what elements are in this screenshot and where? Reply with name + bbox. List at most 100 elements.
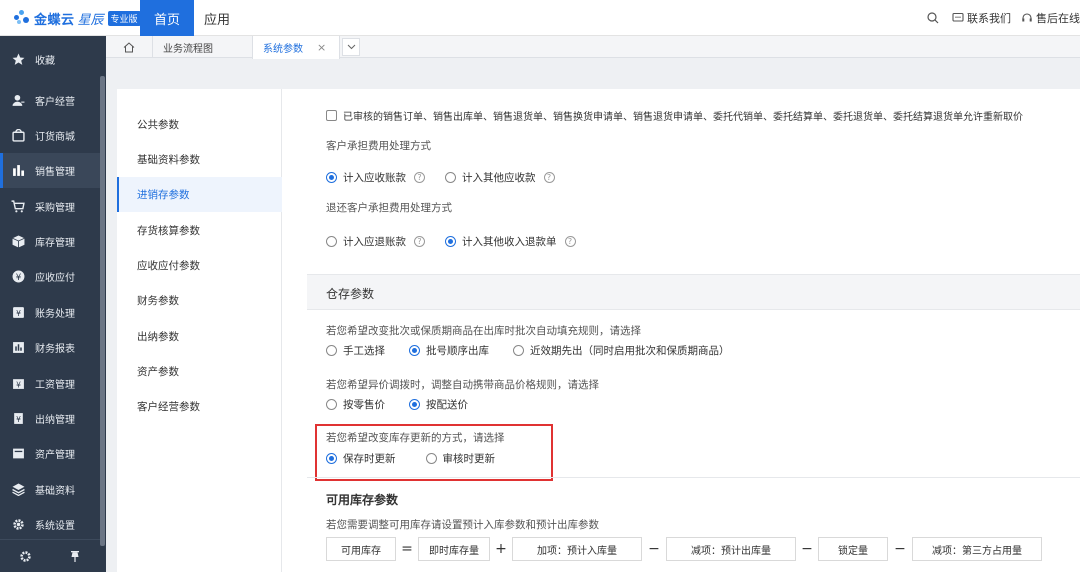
report-icon — [11, 341, 25, 355]
option-label: 近效期先出（同时启用批次和保质期商品） — [530, 345, 730, 357]
close-icon[interactable]: × — [317, 41, 326, 54]
pin-button[interactable] — [50, 550, 100, 563]
formula-expected-out-box[interactable]: 减项：预计出库量 — [666, 537, 796, 561]
sidebar-bottom-bar — [0, 539, 100, 572]
transfer-price-options: 按零售价 按配送价 — [326, 397, 468, 412]
sidebar-item-base-data[interactable]: 基础资料 — [0, 472, 100, 507]
sidebar-item-shop[interactable]: 订货商城 — [0, 118, 100, 153]
sidebar-scrollbar[interactable] — [100, 76, 105, 546]
tab-home[interactable] — [114, 36, 144, 58]
refund-payable-option[interactable]: 计入应退账款 ? — [326, 234, 425, 249]
cart-icon — [11, 200, 25, 214]
contact-us-link[interactable]: 联系我们 — [952, 10, 1011, 26]
sidebar-item-reports[interactable]: 财务报表 — [0, 330, 100, 365]
edition-badge: 专业版 — [107, 10, 141, 26]
recalc-price-option[interactable]: 已审核的销售订单、销售出库单、销售退货单、销售换货申请单、销售退货申请单、委托代… — [326, 108, 1023, 123]
radio-selected[interactable] — [409, 345, 420, 356]
help-icon[interactable]: ? — [414, 172, 425, 183]
batch-sequence-option[interactable]: 批号顺序出库 — [409, 343, 489, 358]
help-icon[interactable]: ? — [564, 236, 576, 247]
sidebar-item-salary[interactable]: ¥ 工资管理 — [0, 366, 100, 401]
params-nav-item[interactable]: 资产参数 — [117, 354, 282, 389]
radio-unselected[interactable] — [326, 345, 337, 356]
help-icon[interactable]: ? — [543, 172, 555, 183]
customer-fee-other-option[interactable]: 计入其他应收款 ? — [445, 170, 555, 185]
sidebar-item-label: 工资管理 — [35, 380, 75, 391]
cashier-icon: ¥ — [11, 412, 25, 426]
tab-more-dropdown[interactable] — [342, 38, 360, 56]
gear-icon — [11, 518, 25, 532]
sidebar-item-customer[interactable]: 客户经营 — [0, 83, 100, 118]
params-nav-item[interactable]: 客户经营参数 — [117, 389, 282, 424]
top-right-actions: 联系我们 售后在线 — [917, 0, 1080, 36]
search-button[interactable] — [927, 12, 942, 24]
settings-button[interactable] — [0, 550, 50, 563]
sidebar-item-purchase[interactable]: 采购管理 — [0, 189, 100, 224]
user-icon — [11, 94, 25, 108]
batch-rule-options: 手工选择 批号顺序出库 近效期先出（同时启用批次和保质期商品） — [326, 343, 730, 358]
headset-icon — [1022, 13, 1032, 22]
formula-minus: − — [894, 541, 906, 557]
nav-home[interactable]: 首页 — [140, 0, 194, 36]
option-label: 按零售价 — [343, 399, 385, 411]
box-icon — [11, 235, 25, 249]
recalc-price-label: 已审核的销售订单、销售出库单、销售退货单、销售换货申请单、销售退货申请单、委托代… — [343, 112, 1023, 123]
radio-unselected[interactable] — [326, 236, 337, 247]
params-nav-item[interactable]: 财务参数 — [117, 283, 282, 318]
sidebar-item-label: 资产管理 — [35, 450, 75, 461]
radio-unselected[interactable] — [326, 399, 337, 410]
refund-fee-title: 退还客户承担费用处理方式 — [326, 202, 452, 214]
brand-name: 金蝶云 — [34, 12, 75, 28]
sidebar-item-label: 库存管理 — [35, 238, 75, 249]
help-icon[interactable]: ? — [414, 236, 425, 247]
customer-fee-receivable-option[interactable]: 计入应收账款 ? — [326, 170, 425, 185]
formula-expected-in-box[interactable]: 加项：预计入库量 — [512, 537, 642, 561]
asset-icon — [11, 447, 25, 461]
radio-unselected[interactable] — [445, 172, 456, 183]
sidebar-item-assets[interactable]: 资产管理 — [0, 436, 100, 471]
sidebar-item-label: 销售管理 — [35, 167, 75, 178]
svg-text:¥: ¥ — [16, 309, 21, 318]
radio-selected[interactable] — [326, 172, 337, 183]
sidebar-item-inventory[interactable]: 库存管理 — [0, 224, 100, 259]
price-delivery-option[interactable]: 按配送价 — [409, 397, 468, 412]
batch-manual-option[interactable]: 手工选择 — [326, 343, 385, 358]
contact-us-label: 联系我们 — [967, 12, 1011, 25]
option-label: 批号顺序出库 — [426, 345, 489, 357]
sidebar-item-cashier[interactable]: ¥ 出纳管理 — [0, 401, 100, 436]
tab-system-params[interactable]: 系统参数 × — [252, 36, 340, 59]
sidebar-item-accounting[interactable]: ¥ 账务处理 — [0, 295, 100, 330]
params-nav-item[interactable]: 存货核算参数 — [117, 213, 282, 248]
brand-logo[interactable]: 金蝶云 星辰 专业版 — [14, 9, 141, 28]
refund-other-income-option[interactable]: 计入其他收入退款单 ? — [445, 234, 576, 249]
nav-apps[interactable]: 应用 — [194, 0, 240, 36]
option-label: 手工选择 — [343, 345, 385, 357]
sidebar-item-label: 客户经营 — [35, 97, 75, 108]
tab-business-flow[interactable]: 业务流程图 — [152, 36, 252, 58]
recalc-price-checkbox[interactable] — [326, 110, 337, 121]
shop-icon — [11, 129, 25, 143]
customer-fee-title: 客户承担费用处理方式 — [326, 140, 431, 152]
params-nav-item-active[interactable]: 进销存参数 — [117, 177, 282, 212]
sidebar-item-sales[interactable]: 销售管理 — [0, 153, 100, 188]
svg-text:¥: ¥ — [16, 380, 21, 389]
price-retail-option[interactable]: 按零售价 — [326, 397, 385, 412]
params-nav-item[interactable]: 应收应付参数 — [117, 248, 282, 283]
sidebar-item-ar-ap[interactable]: ¥ 应收应付 — [0, 259, 100, 294]
sidebar-item-favorites[interactable]: 收藏 — [0, 42, 100, 77]
sidebar-item-label: 财务报表 — [35, 344, 75, 355]
support-label: 售后在线 — [1036, 12, 1080, 25]
radio-selected[interactable] — [445, 236, 456, 247]
params-nav-item[interactable]: 出纳参数 — [117, 319, 282, 354]
formula-locked-box: 锁定量 — [818, 537, 888, 561]
sidebar-item-settings[interactable]: 系统设置 — [0, 507, 100, 542]
support-link[interactable]: 售后在线 — [1021, 10, 1080, 26]
params-nav-item[interactable]: 基础资料参数 — [117, 142, 282, 177]
params-nav-item[interactable]: 公共参数 — [117, 107, 282, 142]
sidebar-item-label: 应收应付 — [35, 273, 75, 284]
formula-third-party-box[interactable]: 减项：第三方占用量 — [912, 537, 1042, 561]
radio-selected[interactable] — [409, 399, 420, 410]
batch-expiry-first-option[interactable]: 近效期先出（同时启用批次和保质期商品） — [513, 343, 730, 358]
star-icon — [11, 53, 25, 67]
radio-unselected[interactable] — [513, 345, 524, 356]
